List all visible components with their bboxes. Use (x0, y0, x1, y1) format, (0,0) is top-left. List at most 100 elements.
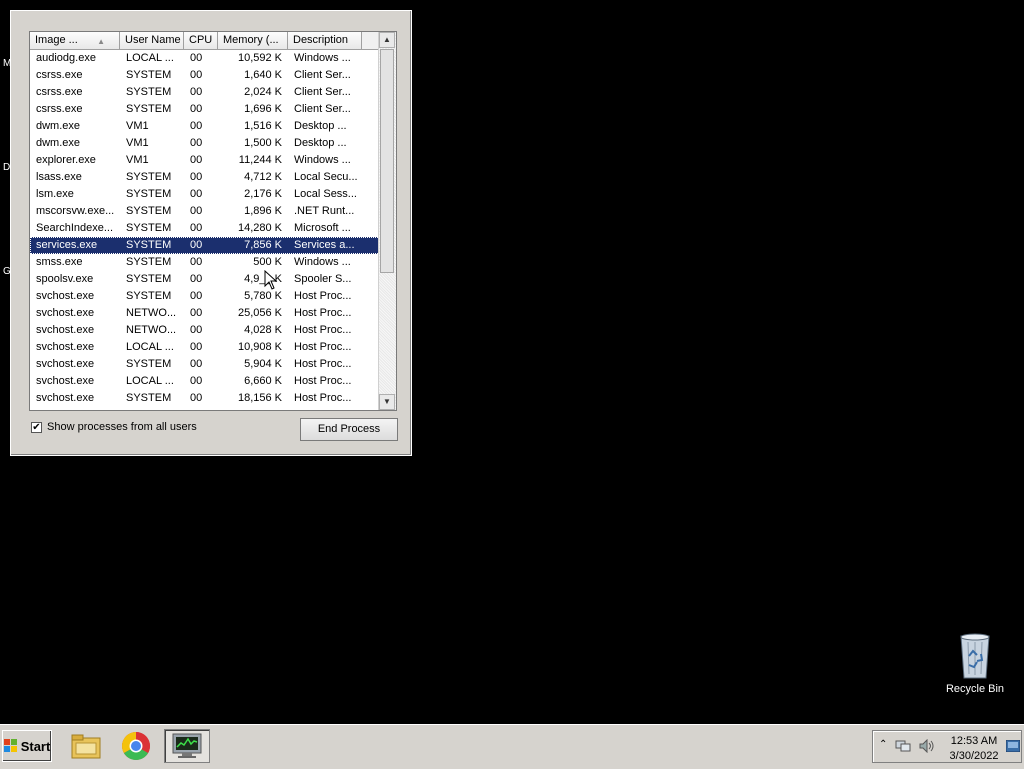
process-cpu-cell: 00 (190, 154, 203, 166)
process-memory-cell: 1,696 K (244, 103, 282, 115)
process-row[interactable]: csrss.exe SYSTEM 00 1,696 K Client Ser... (30, 101, 380, 118)
process-user-cell: VM1 (126, 120, 149, 132)
process-cpu-cell: 00 (190, 273, 203, 285)
process-cpu-cell: 00 (190, 52, 203, 64)
process-row[interactable]: svchost.exe NETWO... 00 4,028 K Host Proc... (30, 322, 380, 339)
process-user-cell: SYSTEM (126, 290, 172, 302)
process-description-cell: Host Proc... (294, 324, 352, 336)
process-image-cell: svchost.exe (36, 375, 95, 387)
process-user-cell: SYSTEM (126, 171, 172, 183)
column-header-memory-label: Memory (... (223, 34, 279, 46)
process-image-cell: csrss.exe (36, 69, 83, 81)
show-all-users-label: Show processes from all users (47, 421, 197, 433)
process-row[interactable]: explorer.exe VM1 00 11,244 K Windows ... (30, 152, 380, 169)
process-row[interactable]: smss.exe SYSTEM 00 500 K Windows ... (30, 254, 380, 271)
process-user-cell: SYSTEM (126, 392, 172, 404)
folder-icon (71, 734, 101, 759)
show-all-users-option[interactable]: ✔ Show processes from all users (31, 421, 197, 433)
show-all-users-checkbox[interactable]: ✔ (31, 421, 42, 433)
process-cpu-cell: 00 (190, 358, 203, 370)
scroll-thumb[interactable] (380, 49, 394, 273)
process-row[interactable]: dwm.exe VM1 00 1,500 K Desktop ... (30, 135, 380, 152)
process-row[interactable]: svchost.exe SYSTEM 00 18,156 K Host Proc... (30, 390, 380, 407)
process-cpu-cell: 00 (190, 375, 203, 387)
process-cpu-cell: 00 (190, 86, 203, 98)
process-row[interactable]: dwm.exe VM1 00 1,516 K Desktop ... (30, 118, 380, 135)
network-icon[interactable] (895, 739, 911, 753)
process-row[interactable]: svchost.exe LOCAL ... 00 6,660 K Host Proc..… (30, 373, 380, 390)
process-cpu-cell: 00 (190, 392, 203, 404)
volume-icon[interactable] (919, 739, 935, 753)
process-list[interactable]: Image ... ▲ User Name CPU Memory (... De… (29, 31, 397, 411)
process-row[interactable]: spoolsv.exe SYSTEM 00 4,9__ K Spooler S... (30, 271, 380, 288)
process-cpu-cell: 00 (190, 137, 203, 149)
process-description-cell: Host Proc... (294, 375, 352, 387)
process-image-cell: svchost.exe (36, 324, 95, 336)
column-header-user-label: User Name (125, 34, 181, 46)
process-image-cell: csrss.exe (36, 86, 83, 98)
scroll-down-button[interactable]: ▼ (379, 394, 395, 410)
system-tray: ⌃ 12:53 AM 3/30/2022 (872, 730, 1022, 763)
process-cpu-cell: 00 (190, 103, 203, 115)
process-row[interactable]: SearchIndexe... SYSTEM 00 14,280 K Microsoft… (30, 220, 380, 237)
process-description-cell: Windows ... (294, 154, 351, 166)
task-manager-window: Image ... ▲ User Name CPU Memory (... De… (10, 10, 412, 456)
show-hidden-icons-icon[interactable]: ⌃ (879, 739, 887, 750)
clock-date: 3/30/2022 (949, 750, 999, 762)
process-image-cell: svchost.exe (36, 358, 95, 370)
column-header-image[interactable]: Image ... ▲ (30, 32, 120, 49)
taskbar-task-manager-button[interactable] (164, 729, 210, 763)
process-row[interactable]: services.exe SYSTEM 00 7,856 K Services a... (30, 237, 380, 254)
process-memory-cell: 10,592 K (237, 52, 282, 64)
process-memory-cell: 5,904 K (244, 358, 282, 370)
process-image-cell: smss.exe (36, 256, 83, 268)
process-row[interactable]: svchost.exe SYSTEM 00 5,780 K Host Proc... (30, 288, 380, 305)
process-image-cell: mscorsvw.exe... (36, 205, 115, 217)
process-description-cell: Client Ser... (294, 103, 351, 115)
process-cpu-cell: 00 (190, 256, 203, 268)
scroll-up-button[interactable]: ▲ (379, 32, 395, 48)
show-desktop-icon[interactable] (1006, 740, 1020, 752)
process-user-cell: NETWO... (126, 307, 177, 319)
process-row[interactable]: lsm.exe SYSTEM 00 2,176 K Local Sess... (30, 186, 380, 203)
process-row[interactable]: svchost.exe SYSTEM 00 5,904 K Host Proc... (30, 356, 380, 373)
process-image-cell: spoolsv.exe (36, 273, 94, 285)
process-row[interactable]: mscorsvw.exe... SYSTEM 00 1,896 K .NET Runt.… (30, 203, 380, 220)
process-memory-cell: 25,056 K (237, 307, 282, 319)
process-row[interactable]: csrss.exe SYSTEM 00 1,640 K Client Ser... (30, 67, 380, 84)
clock[interactable]: 12:53 AM 3/30/2022 (943, 734, 1005, 764)
process-image-cell: dwm.exe (36, 120, 81, 132)
process-rows: audiodg.exe LOCAL ... 00 10,592 K Windows ..… (30, 50, 380, 407)
process-cpu-cell: 00 (190, 205, 203, 217)
process-row[interactable]: audiodg.exe LOCAL ... 00 10,592 K Windows ..… (30, 50, 380, 67)
process-description-cell: Microsoft ... (294, 222, 351, 234)
process-image-cell: lsm.exe (36, 188, 74, 200)
process-description-cell: Client Ser... (294, 69, 351, 81)
taskbar-chrome-button[interactable] (116, 729, 156, 763)
process-memory-cell: 2,176 K (244, 188, 282, 200)
process-memory-cell: 2,024 K (244, 86, 282, 98)
taskbar-explorer-button[interactable] (66, 729, 106, 763)
process-image-cell: svchost.exe (36, 392, 95, 404)
column-header-image-label: Image ... (35, 34, 78, 46)
end-process-button[interactable]: End Process (300, 418, 398, 441)
process-row[interactable]: lsass.exe SYSTEM 00 4,712 K Local Secu... (30, 169, 380, 186)
process-description-cell: Windows ... (294, 52, 351, 64)
process-user-cell: SYSTEM (126, 205, 172, 217)
process-description-cell: Local Secu... (294, 171, 358, 183)
column-header-cpu-label: CPU (189, 34, 213, 46)
column-header-user[interactable]: User Name (120, 32, 184, 49)
column-header-memory[interactable]: Memory (... (218, 32, 288, 49)
vertical-scrollbar[interactable]: ▲ ▼ (378, 32, 396, 410)
process-description-cell: Client Ser... (294, 86, 351, 98)
process-row[interactable]: svchost.exe LOCAL ... 00 10,908 K Host Proc.… (30, 339, 380, 356)
column-header-description[interactable]: Description (288, 32, 362, 49)
process-row[interactable]: svchost.exe NETWO... 00 25,056 K Host Proc..… (30, 305, 380, 322)
process-user-cell: LOCAL ... (126, 341, 174, 353)
recycle-bin[interactable]: Recycle Bin (944, 632, 1006, 695)
start-label: Start (20, 738, 51, 754)
process-memory-cell: 1,896 K (244, 205, 282, 217)
start-button[interactable]: Start (2, 730, 52, 762)
process-row[interactable]: csrss.exe SYSTEM 00 2,024 K Client Ser... (30, 84, 380, 101)
column-header-cpu[interactable]: CPU (184, 32, 218, 49)
